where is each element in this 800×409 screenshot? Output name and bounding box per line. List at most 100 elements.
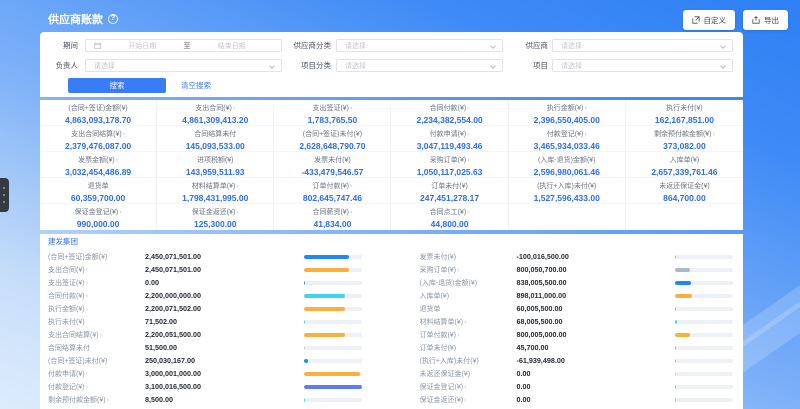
chevron-right-icon: › <box>86 371 88 378</box>
metric-bar <box>304 255 362 259</box>
search-button[interactable]: 搜索 <box>68 78 166 93</box>
stat-card: (合同+签证)未付(¥)2,628,648,790.70 <box>274 126 391 152</box>
metric-label[interactable]: 保证金返还(¥)› <box>420 395 517 405</box>
metric-value: 60,005,500.00 <box>517 304 676 313</box>
stat-label: 合同结算未付 <box>157 129 273 139</box>
stat-card: 退货单60,359,700.00 <box>40 178 157 204</box>
chevron-right-icon: › <box>350 183 352 190</box>
supplier-select[interactable]: 请选择 <box>552 39 733 52</box>
chevron-right-icon: › <box>350 105 352 112</box>
stat-card[interactable]: 发票金额(¥)› 3,032,454,486.89 <box>40 152 157 178</box>
metric-bar <box>304 333 362 337</box>
stat-card[interactable]: 支出签证(¥)›1,783,765.50 <box>274 100 391 126</box>
chevron-right-icon: › <box>464 384 466 391</box>
export-button[interactable]: 导出 <box>743 10 788 30</box>
chevron-right-icon: › <box>584 131 586 138</box>
metric-row: (入库-退货)金额(¥)838,005,500.00 <box>420 276 736 289</box>
metric-label[interactable]: 订单付款(¥)› <box>420 330 517 340</box>
owner-label: 负责人 <box>18 59 78 72</box>
stat-label: 入库单(¥) <box>626 155 743 165</box>
metric-label[interactable]: 付款申请(¥)› <box>48 369 145 379</box>
stat-value: 990,000.00 <box>40 219 156 229</box>
stat-value: 44,800.00 <box>391 219 507 229</box>
metric-row: 支出合同(¥)›2,450,071,501.00 <box>48 263 364 276</box>
metric-label[interactable]: 支出签证(¥)› <box>48 278 145 288</box>
metric-label[interactable]: 采购订单(¥)› <box>420 265 517 275</box>
select-placeholder: 请选择 <box>561 61 582 71</box>
group-name-link[interactable]: 建发集团 <box>48 237 735 247</box>
stat-label: (合同+签证)未付(¥) <box>274 129 390 139</box>
page-title: 供应商账款 ? <box>48 11 118 27</box>
project-select[interactable]: 请选择 <box>552 59 733 72</box>
side-drawer-handle[interactable] <box>0 178 9 212</box>
stat-label: 发票未付(¥) <box>274 155 390 165</box>
stat-card[interactable]: 合同点工(¥)›44,800.00 <box>391 204 508 230</box>
metric-label[interactable]: 保证金登记(¥)› <box>420 382 517 392</box>
metric-label[interactable]: 材料结算单(¥)› <box>420 317 517 327</box>
stat-label: (入库-退货)金额(¥) <box>509 155 625 165</box>
chevron-right-icon: › <box>107 397 109 404</box>
metric-value: 898,011,000.00 <box>517 291 676 300</box>
supplier-category-label: 供应商分类 <box>271 39 331 52</box>
chevron-right-icon: › <box>116 157 118 164</box>
stat-card[interactable]: 付款申请(¥)›3,047,119,493.46 <box>391 126 508 152</box>
metric-label[interactable]: 支出合同结算(¥)› <box>48 330 145 340</box>
customize-button[interactable]: 自定义 <box>683 10 736 30</box>
metric-value: 51,500.00 <box>145 343 304 352</box>
stat-label: 付款登记(¥)› <box>509 129 625 139</box>
metric-value: 0.00 <box>517 369 676 378</box>
stat-card[interactable]: 保证金返还(¥)›125,300.00 <box>157 204 274 230</box>
stat-value: 3,032,454,486.89 <box>40 167 156 177</box>
stat-card[interactable]: 合同付款(¥)›2,234,382,554.00 <box>391 100 508 126</box>
stat-label: 发票金额(¥)› <box>40 155 156 165</box>
stat-value: 802,645,747.46 <box>274 193 390 203</box>
clear-search-link[interactable]: 清空搜索 <box>181 78 211 93</box>
metric-row: 付款申请(¥)›3,000,001,000.00 <box>48 367 364 380</box>
metric-row: (执行+入库)未付(¥)-61,939,498.00 <box>420 354 736 367</box>
stat-card[interactable]: 订单付款(¥)›802,645,747.46 <box>274 178 391 204</box>
date-range-input[interactable]: 开始日期 至 结束日期 <box>85 39 282 52</box>
stat-value: 1,050,117,025.63 <box>391 167 507 177</box>
metric-bar <box>304 268 362 272</box>
project-category-select[interactable]: 请选择 <box>336 59 503 72</box>
stat-card[interactable]: 支出合同(¥)›4,861,309,413.20 <box>157 100 274 126</box>
stat-value: 864,700.00 <box>626 193 743 203</box>
help-icon[interactable]: ? <box>108 14 118 24</box>
stat-card[interactable]: 合同薪资(¥)›41,834.00 <box>274 204 391 230</box>
chevron-down-icon <box>720 63 726 69</box>
stat-value: 41,834.00 <box>274 219 390 229</box>
group-list-panel: 建发集团 (合同+签证)金额(¥)2,450,071,501.00支出合同(¥)… <box>40 234 743 409</box>
chevron-right-icon: › <box>457 267 459 274</box>
metric-value: 2,450,071,501.00 <box>145 265 304 274</box>
metric-row: 订单未付(¥)45,700.00 <box>420 341 736 354</box>
stat-card[interactable]: 执行金额(¥)›2,396,550,405.00 <box>509 100 626 126</box>
metric-row: 付款登记(¥)›3,100,016,500.00 <box>48 380 364 393</box>
list-col-0: (合同+签证)金额(¥)2,450,071,501.00支出合同(¥)›2,45… <box>48 250 364 409</box>
metric-bar <box>675 255 733 259</box>
stat-card[interactable]: 保证金登记(¥)›990,000.00 <box>40 204 157 230</box>
metric-bar <box>675 268 733 272</box>
select-placeholder: 请选择 <box>345 41 366 51</box>
metric-label[interactable]: 付款登记(¥)› <box>48 382 145 392</box>
stat-card[interactable]: 付款登记(¥)›3,465,934,033.46 <box>509 126 626 152</box>
stat-card[interactable]: 材料结算单(¥)›1,798,431,995.00 <box>157 178 274 204</box>
metric-value: 45,700.00 <box>517 343 676 352</box>
owner-select[interactable]: 请选择 <box>85 59 282 72</box>
export-label: 导出 <box>764 15 779 26</box>
metric-bar <box>304 320 362 324</box>
stat-card[interactable]: 支出合同结算(¥)›2,379,476,087.00 <box>40 126 157 152</box>
stat-card: 进项税额(¥)143,959,511.93 <box>157 152 274 178</box>
metric-label[interactable]: 剩余预付款金额(¥)› <box>48 395 145 405</box>
stat-label: 订单未付(¥) <box>391 181 507 191</box>
metric-bar <box>675 372 733 376</box>
stat-label: 保证金返还(¥)› <box>157 207 273 217</box>
chevron-right-icon: › <box>467 209 469 216</box>
metric-label[interactable]: 执行金额(¥)› <box>48 304 145 314</box>
chevron-right-icon: › <box>123 131 125 138</box>
stat-card: (入库-退货)金额(¥)2,596,980,061.46 <box>509 152 626 178</box>
supplier-category-select[interactable]: 请选择 <box>336 39 503 52</box>
stat-card[interactable]: 采购订单(¥)›1,050,117,025.63 <box>391 152 508 178</box>
metric-label[interactable]: 合同付款(¥)› <box>48 291 145 301</box>
stat-card[interactable]: 剩余预付款金额(¥)›373,082.00 <box>626 126 743 152</box>
metric-label[interactable]: 支出合同(¥)› <box>48 265 145 275</box>
